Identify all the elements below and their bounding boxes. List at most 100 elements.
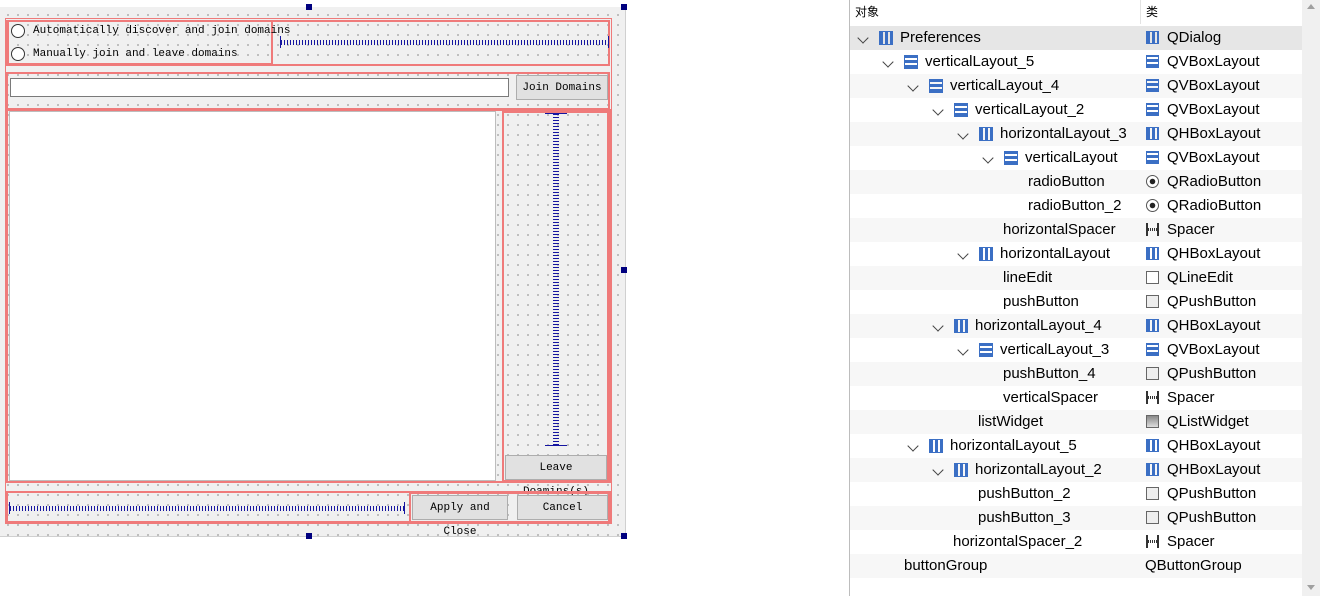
tree-row[interactable]: horizontalSpacer Spacer: [850, 218, 1302, 242]
hbox-layout-icon: [1146, 127, 1159, 140]
line-edit-icon: [1146, 271, 1159, 284]
horizontal-spacer: [280, 36, 609, 48]
object-class: QVBoxLayout: [1167, 149, 1260, 166]
object-name: buttonGroup: [904, 557, 988, 574]
hbox-layout-icon: [879, 31, 893, 45]
horizontal-spacer-2: [9, 502, 405, 514]
radio-button-icon: [1146, 199, 1159, 212]
expand-chevron-icon[interactable]: [907, 80, 919, 92]
tree-row[interactable]: radioButton_2 QRadioButton: [850, 194, 1302, 218]
domain-list-widget[interactable]: [9, 111, 496, 481]
tree-row[interactable]: horizontalLayout QHBoxLayout: [850, 242, 1302, 266]
tree-row[interactable]: horizontalLayout_2 QHBoxLayout: [850, 458, 1302, 482]
expand-chevron-icon[interactable]: [957, 248, 969, 260]
hbox-layout-icon: [954, 463, 968, 477]
expand-chevron-icon[interactable]: [932, 464, 944, 476]
object-class: QButtonGroup: [1145, 557, 1242, 574]
object-class: QListWidget: [1167, 413, 1249, 430]
push-button-icon: [1146, 487, 1159, 500]
resize-handle-bottom[interactable]: [306, 533, 312, 539]
tree-row[interactable]: pushButton_4 QPushButton: [850, 362, 1302, 386]
object-name: verticalLayout_5: [925, 53, 1035, 70]
hbox-layout-icon: [1146, 463, 1159, 476]
tree-row[interactable]: pushButton QPushButton: [850, 290, 1302, 314]
vbox-layout-icon: [954, 103, 968, 117]
domain-line-edit[interactable]: [10, 78, 509, 97]
resize-handle-right[interactable]: [621, 267, 627, 273]
tree-row[interactable]: radioButton QRadioButton: [850, 170, 1302, 194]
expand-chevron-icon[interactable]: [882, 56, 894, 68]
object-name: radioButton: [1028, 173, 1105, 190]
object-name: pushButton: [1003, 293, 1079, 310]
object-class: Spacer: [1167, 389, 1215, 406]
resize-handle-bottom-right[interactable]: [621, 533, 627, 539]
resize-handle-top-right[interactable]: [621, 4, 627, 10]
expand-chevron-icon[interactable]: [932, 104, 944, 116]
scrollbar[interactable]: [1302, 0, 1320, 596]
object-class: QDialog: [1167, 29, 1222, 46]
tree-row[interactable]: horizontalLayout_5 QHBoxLayout: [850, 434, 1302, 458]
hbox-layout-icon: [1146, 319, 1159, 332]
object-name: horizontalLayout_5: [950, 437, 1077, 454]
cancel-button[interactable]: Cancel: [517, 495, 608, 520]
push-button-icon: [1146, 511, 1159, 524]
hbox-layout-icon: [979, 247, 993, 261]
tree-row[interactable]: horizontalLayout_3 QHBoxLayout: [850, 122, 1302, 146]
hbox-layout-icon: [1146, 439, 1159, 452]
tree-row[interactable]: Preferences QDialog: [850, 26, 1302, 50]
object-name: verticalSpacer: [1003, 389, 1099, 406]
expand-chevron-icon[interactable]: [982, 152, 994, 164]
header-object[interactable]: 对象: [855, 0, 879, 24]
tree-row[interactable]: verticalSpacer Spacer: [850, 386, 1302, 410]
header-divider: [1140, 0, 1141, 24]
object-class: QVBoxLayout: [1167, 53, 1260, 70]
vbox-layout-icon: [904, 55, 918, 69]
object-name: verticalLayout_4: [950, 77, 1060, 94]
expand-chevron-icon[interactable]: [907, 440, 919, 452]
vbox-layout-icon: [1146, 343, 1159, 356]
expand-chevron-icon[interactable]: [857, 32, 869, 44]
push-button-icon: [1146, 367, 1159, 380]
join-domains-button[interactable]: Join Domains: [516, 75, 608, 100]
object-class: QVBoxLayout: [1167, 341, 1260, 358]
vbox-layout-icon: [979, 343, 993, 357]
object-name: pushButton_4: [1003, 365, 1096, 382]
tree-row[interactable]: verticalLayout_3 QVBoxLayout: [850, 338, 1302, 362]
expand-chevron-icon[interactable]: [957, 128, 969, 140]
radio-button-auto[interactable]: [11, 24, 25, 38]
tree-row[interactable]: lineEdit QLineEdit: [850, 266, 1302, 290]
radio-auto-label: Automatically discover and join domains: [33, 25, 291, 37]
tree-row[interactable]: verticalLayout QVBoxLayout: [850, 146, 1302, 170]
header-class[interactable]: 类: [1146, 0, 1158, 24]
radio-button-manual[interactable]: [11, 47, 25, 61]
object-inspector[interactable]: 对象 类 Preferences QDialog verticalLayout_5 Q…: [849, 0, 1320, 596]
tree-row[interactable]: pushButton_2 QPushButton: [850, 482, 1302, 506]
designer-form-canvas[interactable]: Automatically discover and join domains …: [0, 7, 626, 538]
vbox-layout-icon: [1004, 151, 1018, 165]
object-name: verticalLayout: [1025, 149, 1118, 166]
tree-row[interactable]: verticalLayout_5 QVBoxLayout: [850, 50, 1302, 74]
scroll-up-icon[interactable]: [1307, 4, 1315, 9]
apply-and-close-button[interactable]: Apply and Close: [412, 495, 508, 538]
tree-row[interactable]: listWidget QListWidget: [850, 410, 1302, 434]
hbox-layout-icon: [929, 439, 943, 453]
tree-row[interactable]: verticalLayout_2 QVBoxLayout: [850, 98, 1302, 122]
tree-row[interactable]: pushButton_3 QPushButton: [850, 506, 1302, 530]
tree-row[interactable]: horizontalLayout_4 QHBoxLayout: [850, 314, 1302, 338]
tree-row[interactable]: buttonGroup QButtonGroup: [850, 554, 1302, 578]
object-class: QPushButton: [1167, 509, 1257, 526]
tree-row[interactable]: verticalLayout_4 QVBoxLayout: [850, 74, 1302, 98]
scroll-down-icon[interactable]: [1307, 585, 1315, 590]
expand-chevron-icon[interactable]: [957, 344, 969, 356]
resize-handle-top[interactable]: [306, 4, 312, 10]
object-name: horizontalSpacer_2: [953, 533, 1083, 550]
tree-row[interactable]: horizontalSpacer_2 Spacer: [850, 530, 1302, 554]
object-class: QHBoxLayout: [1167, 245, 1261, 262]
expand-chevron-icon[interactable]: [932, 320, 944, 332]
object-class: QRadioButton: [1167, 173, 1262, 190]
object-name: verticalLayout_3: [1000, 341, 1110, 358]
hbox-layout-icon: [954, 319, 968, 333]
vbox-layout-icon: [929, 79, 943, 93]
leave-domains-button[interactable]: Leave Doamins(s): [505, 455, 607, 498]
object-class: QLineEdit: [1167, 269, 1233, 286]
